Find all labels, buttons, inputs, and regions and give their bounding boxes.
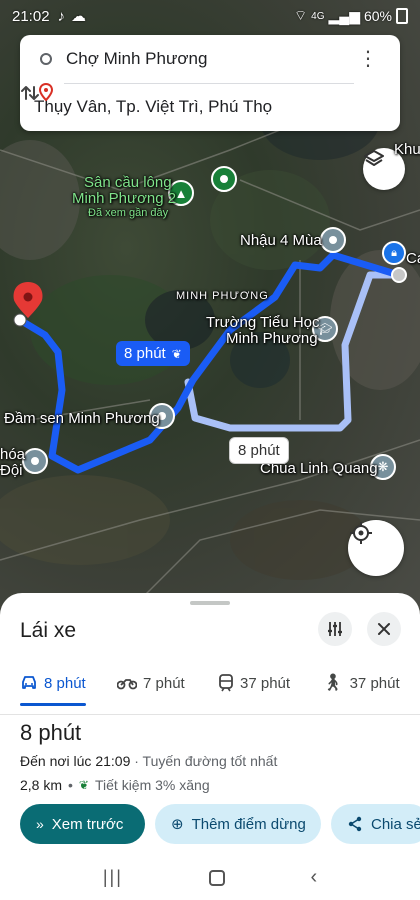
tab-transit-label: 37 phút <box>240 674 291 692</box>
route-distance: 2,8 km <box>20 777 63 793</box>
tab-motorbike[interactable]: 7 phút <box>117 661 185 705</box>
map-label-khu: Khu <box>394 141 420 158</box>
arrival-info: Đến nơi lúc 21:09 · Tuyến đường tốt nhất <box>20 753 277 769</box>
map-label-minh-phuong-district: MINH PHƯƠNG <box>176 290 269 302</box>
map-label-ca: Ca <box>406 250 420 267</box>
map-label-san-cau-long: Sân cầu lông <box>84 174 172 191</box>
layers-icon <box>364 150 384 166</box>
my-location-icon <box>350 522 372 544</box>
origin-field[interactable]: Chợ Minh Phương ⋮ <box>20 35 400 83</box>
map-label-da-xem: Đã xem gần đây <box>88 207 169 219</box>
share-icon <box>348 816 362 832</box>
tab-transit[interactable]: 37 phút <box>218 661 290 705</box>
eco-leaf-icon: ❦ <box>171 346 182 361</box>
swap-vert-icon[interactable] <box>20 83 40 103</box>
origin-text: Chợ Minh Phương <box>66 49 208 68</box>
close-icon <box>378 623 390 635</box>
destination-field[interactable]: Thụy Vân, Tp. Việt Trì, Phú Thọ <box>20 83 400 131</box>
directions-sheet: Lái xe 8 phút 7 phút 37 phút 🚶︎ 37 phút … <box>0 593 420 900</box>
location-pin-icon <box>39 83 53 101</box>
map-label-doi: Đội <box>0 462 23 479</box>
share-label: Chia sẻ <box>371 815 420 833</box>
origin-marker[interactable] <box>391 267 407 283</box>
tune-icon <box>328 622 342 636</box>
recent-apps-icon[interactable]: ||| <box>103 867 123 888</box>
map-label-truong-minh-phuong: Minh Phương <box>226 330 318 347</box>
double-chevron-icon: » <box>36 816 44 832</box>
preview-button[interactable]: » Xem trước <box>20 804 145 844</box>
eco-leaf-icon: ❦ <box>78 778 89 792</box>
more-vert-icon[interactable]: ⋮ <box>358 49 378 69</box>
cloud-icon: ☁ <box>71 8 87 25</box>
system-nav-bar: ||| ‹ <box>0 855 420 900</box>
tab-walking-label: 37 phút <box>349 674 400 692</box>
my-location-button[interactable] <box>348 520 404 576</box>
active-tab-indicator <box>20 703 86 706</box>
destination-dot <box>13 313 27 327</box>
status-time: 21:02 <box>12 7 50 25</box>
alt-route-time: 8 phút <box>238 442 280 459</box>
tab-driving-label: 8 phút <box>44 674 86 692</box>
add-location-icon: ⊕ <box>171 816 184 833</box>
primary-route-time: 8 phút <box>124 345 166 362</box>
modes-divider <box>0 714 420 715</box>
battery-icon <box>396 8 408 24</box>
sports-place-icon[interactable] <box>211 166 237 192</box>
route-note: · Tuyến đường tốt nhất <box>134 753 278 769</box>
office-place-icon[interactable] <box>22 448 48 474</box>
transit-icon <box>219 674 233 692</box>
share-button[interactable]: Chia sẻ <box>331 804 420 844</box>
fuel-saving: Tiết kiệm 3% xăng <box>94 777 210 793</box>
route-options-button[interactable] <box>318 612 352 646</box>
place-marker-icon[interactable] <box>320 227 346 253</box>
preview-label: Xem trước <box>51 815 124 833</box>
map-label-hoa: hóa <box>0 446 26 463</box>
action-buttons: » Xem trước ⊕ Thêm điểm dừng Chia sẻ <box>20 804 420 844</box>
destination-text: Thụy Vân, Tp. Việt Trì, Phú Thọ <box>34 97 273 116</box>
sheet-title: Lái xe <box>20 619 77 642</box>
add-stop-label: Thêm điểm dừng <box>191 815 306 833</box>
back-icon[interactable]: ‹ <box>310 866 317 889</box>
primary-route-badge[interactable]: 8 phút ❦ <box>116 341 190 366</box>
tab-motorbike-label: 7 phút <box>143 674 185 692</box>
map-label-nhau-4-mua: Nhậu 4 Mùa <box>240 232 322 249</box>
origin-circle-icon <box>40 53 52 65</box>
car-icon <box>22 676 36 689</box>
directions-search-card: Chợ Minh Phương ⋮ Thụy Vân, Tp. Việt Trì… <box>20 35 400 131</box>
network-type: 4G <box>311 10 325 22</box>
separator-bullet: • <box>68 777 73 793</box>
motorbike-icon <box>117 679 137 690</box>
close-button[interactable] <box>367 612 401 646</box>
map-label-truong-tieu-hoc: Trường Tiểu Học <box>206 314 320 331</box>
signal-icon: ▂▄▆ <box>328 7 360 24</box>
status-bar: 21:02 ♪ ☁ ⌔ 4G ▂▄▆ 60% <box>0 0 420 32</box>
tab-walking[interactable]: 🚶︎ 37 phút <box>322 661 400 705</box>
add-stop-button[interactable]: ⊕ Thêm điểm dừng <box>155 804 321 844</box>
home-icon[interactable] <box>208 869 225 886</box>
arrival-time: Đến nơi lúc 21:09 <box>20 753 131 769</box>
tiktok-icon: ♪ <box>57 7 66 25</box>
tab-driving[interactable]: 8 phút <box>20 661 86 705</box>
sheet-drag-handle[interactable] <box>190 601 230 605</box>
travel-mode-tabs: 8 phút 7 phút 37 phút 🚶︎ 37 phút <box>0 661 420 706</box>
distance-info: 2,8 km • ❦ Tiết kiệm 3% xăng <box>20 777 210 793</box>
map-label-dam-sen: Đầm sen Minh Phương <box>4 410 160 427</box>
battery-level: 60% <box>363 8 392 24</box>
walk-icon: 🚶︎ <box>322 673 344 692</box>
parking-lock-icon[interactable]: 🔒︎ <box>382 241 406 265</box>
wifi-icon: ⌔ <box>294 7 308 23</box>
alt-route-badge[interactable]: 8 phút <box>229 437 289 464</box>
map-view[interactable]: 21:02 ♪ ☁ ⌔ 4G ▂▄▆ 60% Chợ Minh Phương ⋮… <box>0 0 420 620</box>
route-duration: 8 phút <box>20 720 82 745</box>
map-label-minh-phuong-2: Minh Phương 2 <box>72 190 177 207</box>
